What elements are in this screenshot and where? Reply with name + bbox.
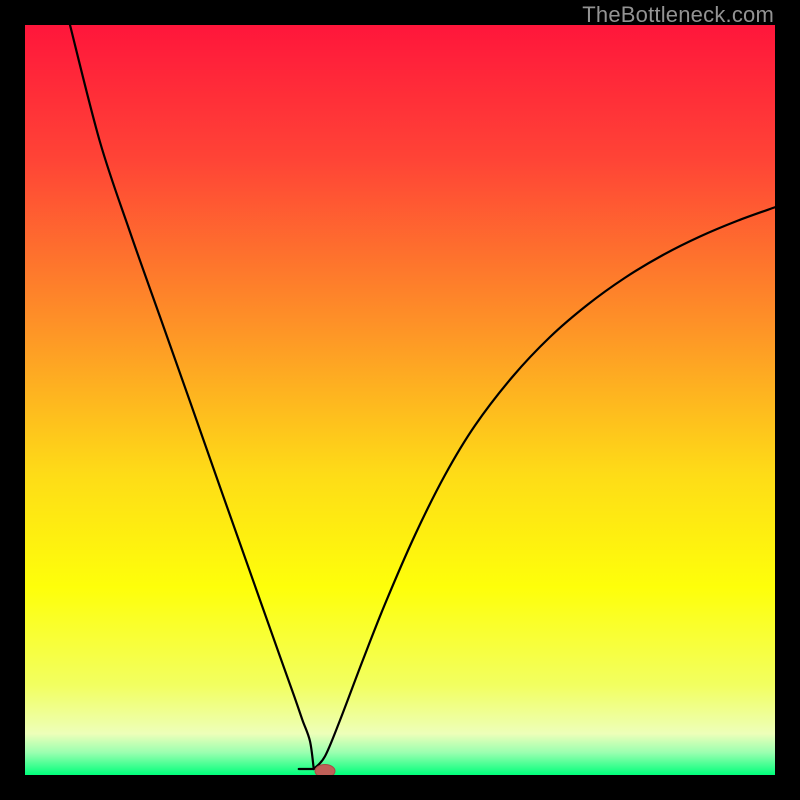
chart-frame <box>25 25 775 775</box>
gradient-background <box>25 25 775 775</box>
chart-plot <box>25 25 775 775</box>
optimum-marker <box>315 765 335 776</box>
watermark-text: TheBottleneck.com <box>582 2 774 28</box>
